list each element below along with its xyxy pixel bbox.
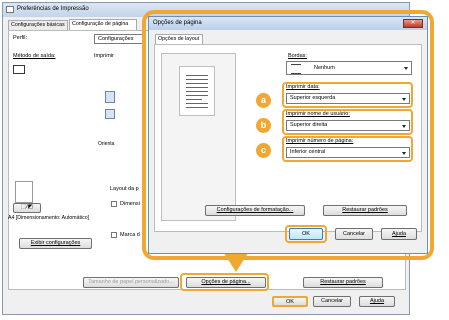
borders-label: Bordas:	[288, 53, 307, 59]
print-page-number-label: Imprimir número de página:	[286, 138, 354, 144]
portrait-icon[interactable]	[105, 91, 115, 103]
layout-label: Layout da p	[110, 186, 139, 192]
chevron-down-icon	[402, 151, 406, 155]
ok-button[interactable]: OK	[289, 228, 323, 240]
badge-a: a	[256, 93, 271, 108]
page-options-dialog: Opções de página ✕ Opções de layout Bord…	[148, 16, 428, 254]
chevron-down-icon	[402, 124, 406, 128]
page-options-title-bar: Opções de página ✕	[149, 17, 427, 30]
print-date-label: Imprimir data:	[286, 84, 320, 90]
dimension-label: Dimensi	[120, 201, 140, 207]
print-username-label: Imprimir nome de usuário:	[286, 111, 350, 117]
format-settings-button[interactable]: Configurações de formatação...	[205, 205, 305, 216]
print-page-number-value: Inferior central	[290, 149, 326, 155]
page-options-title: Opções de página	[153, 20, 202, 26]
page-options-highlight	[180, 273, 269, 291]
tab-layout-options[interactable]: Opções de layout	[155, 34, 203, 44]
print-page-number-select[interactable]: Inferior central	[286, 147, 410, 158]
page-preview-area	[161, 53, 236, 221]
paper-info: A4 [Dimensionamento: Automático]	[8, 215, 90, 221]
help-button[interactable]: Ajuda	[359, 296, 395, 307]
border-style-icon	[291, 64, 301, 74]
orientation-label: Orienta	[98, 141, 115, 147]
badge-b: b	[256, 118, 271, 133]
help-button[interactable]: Ajuda	[381, 228, 417, 240]
custom-paper-size-button[interactable]: Tamanho de papel personalizado...	[83, 277, 179, 288]
print-date-select[interactable]: Superior esquerda	[286, 93, 410, 104]
cancel-button[interactable]: Cancelar	[313, 296, 351, 307]
dialog-title: Preferências de Impressão	[17, 6, 89, 12]
profile-value: Configurações	[98, 36, 134, 42]
badge-c: c	[256, 143, 271, 158]
page-preview	[179, 66, 215, 116]
output-method-label: Método de saída:	[13, 53, 56, 59]
ok-button[interactable]: OK	[272, 296, 308, 307]
cancel-button[interactable]: Cancelar	[335, 228, 373, 240]
watermark-label: Marca d	[120, 232, 140, 238]
chevron-down-icon	[404, 67, 408, 70]
watermark-checkbox[interactable]	[111, 232, 117, 238]
dimension-checkbox[interactable]	[111, 201, 117, 207]
restore-defaults-button[interactable]: Restaurar padrões	[303, 277, 383, 288]
preview-toggle-icon[interactable]	[13, 65, 25, 74]
close-button[interactable]: ✕	[403, 19, 423, 28]
print-date-value: Superior esquerda	[290, 95, 336, 101]
profile-select[interactable]: Configurações	[94, 34, 144, 44]
printer-icon	[6, 6, 14, 13]
chevron-down-icon	[402, 97, 406, 101]
layout-options-panel: Bordas: Nenhum Imprimir data: Superior e…	[154, 44, 422, 232]
page-stack-icon	[15, 181, 33, 203]
tab-page-setup[interactable]: Configuração de página	[69, 19, 137, 30]
view-settings-button[interactable]: Exibir configurações	[19, 238, 92, 249]
print-username-select[interactable]: Superior direita	[286, 120, 410, 131]
restore-defaults-button[interactable]: Restaurar padrões	[323, 205, 407, 216]
output-method-value[interactable]: Imprimir	[94, 53, 114, 59]
print-username-value: Superior direita	[290, 122, 328, 128]
preview-edit-button[interactable]: ⬚/◩	[13, 203, 41, 213]
profile-label: Perfil:	[13, 35, 28, 41]
borders-value: Nenhum	[314, 65, 335, 71]
landscape-icon[interactable]	[105, 109, 115, 119]
tab-basic-settings[interactable]: Configurações básicas	[8, 20, 68, 30]
close-icon: ✕	[410, 20, 416, 26]
borders-select[interactable]: Nenhum	[286, 61, 412, 75]
